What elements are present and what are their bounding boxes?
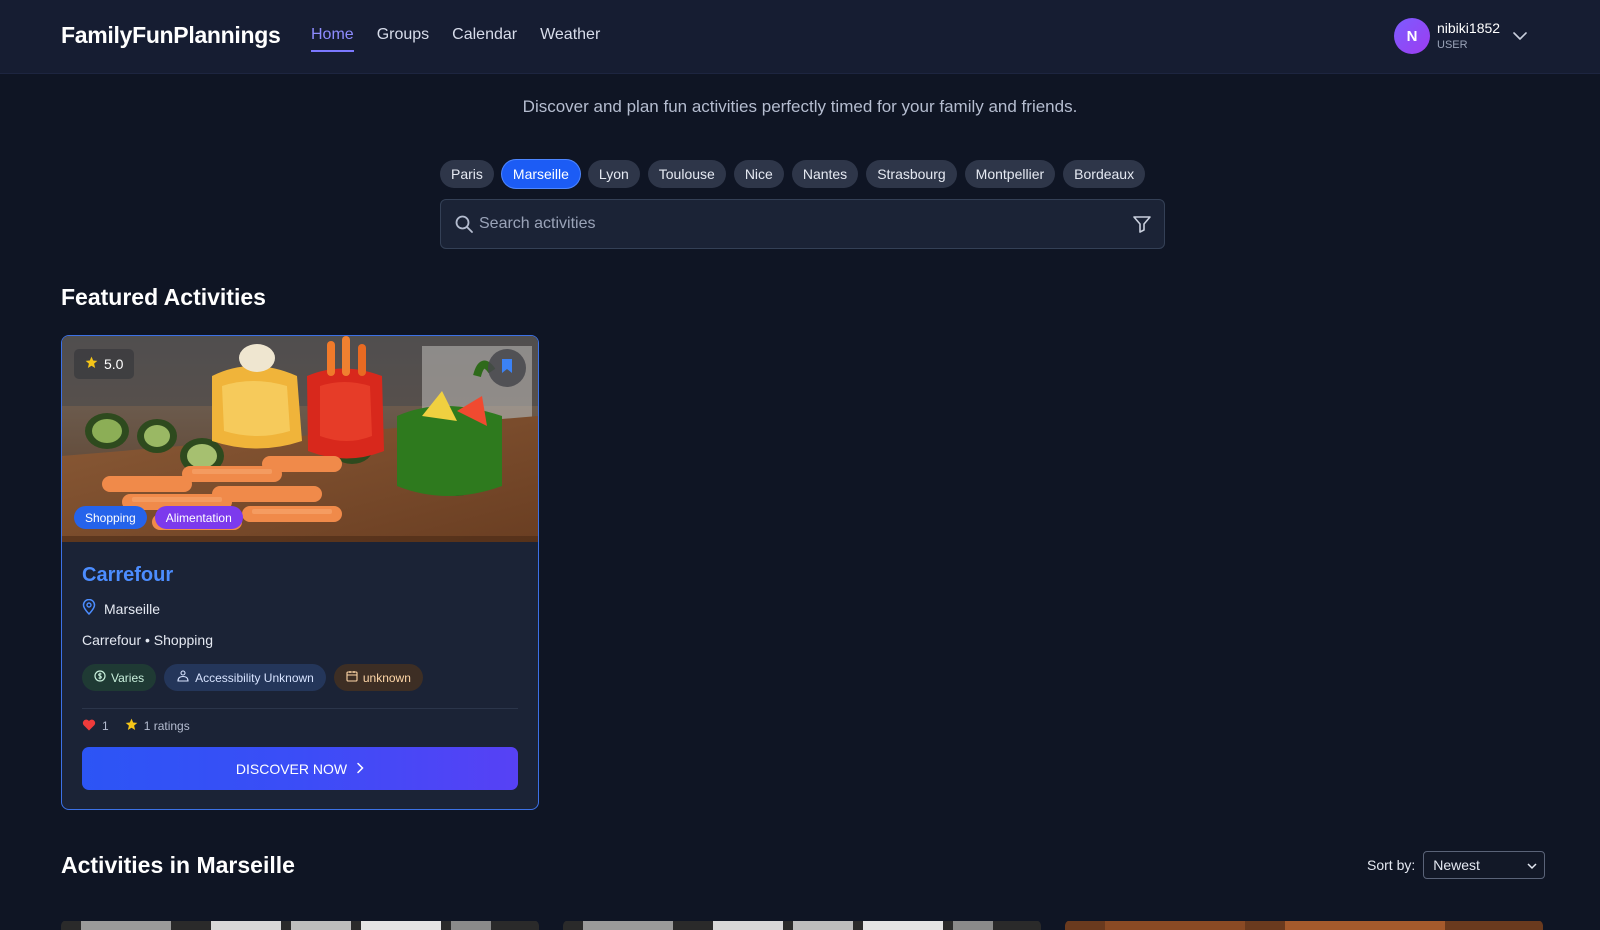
city-chip-marseille[interactable]: Marseille	[501, 160, 580, 188]
star-icon	[125, 718, 138, 734]
nav-calendar[interactable]: Calendar	[452, 26, 517, 52]
activity-card-thumbnail[interactable]	[1065, 920, 1543, 930]
featured-heading: Featured Activities	[61, 284, 266, 310]
star-icon	[85, 356, 98, 372]
activity-description: Carrefour • Shopping	[82, 632, 213, 648]
activity-card-thumbnail[interactable]	[563, 920, 1041, 930]
city-chip-nantes[interactable]: Nantes	[791, 160, 859, 188]
featured-activity-card[interactable]: 5.0 Shopping Alimentation Carrefour Mars…	[61, 335, 539, 810]
accessibility-pill: Accessibility Unknown	[164, 664, 326, 691]
likes-stat[interactable]: 1	[82, 719, 109, 734]
city-chip-toulouse[interactable]: Toulouse	[647, 160, 726, 188]
nav-groups[interactable]: Groups	[377, 26, 429, 52]
activity-info-pills: Varies Accessibility Unknown unknown	[82, 664, 423, 691]
city-chip-bordeaux[interactable]: Bordeaux	[1063, 160, 1146, 188]
chevron-right-icon	[356, 761, 364, 777]
schedule-text: unknown	[362, 670, 411, 685]
ratings-stat: 1 ratings	[125, 718, 190, 734]
top-nav-bar: FamilyFunPlannings Home Groups Calendar …	[0, 0, 1600, 74]
rating-value: 5.0	[104, 356, 124, 372]
schedule-pill: unknown	[333, 664, 423, 691]
tag-shopping[interactable]: Shopping	[74, 506, 147, 529]
user-role: USER	[1437, 39, 1468, 52]
main-nav: Home Groups Calendar Weather	[311, 26, 600, 52]
calendar-icon	[346, 670, 358, 685]
city-chip-paris[interactable]: Paris	[440, 160, 494, 188]
activity-title[interactable]: Carrefour	[82, 564, 173, 587]
chevron-down-icon	[1527, 857, 1537, 873]
sort-label: Sort by:	[1367, 857, 1416, 873]
user-name: nibiki1852	[1437, 19, 1501, 36]
price-text: Varies	[111, 670, 145, 685]
sort-value: Newest	[1433, 857, 1480, 873]
user-info: nibiki1852 USER	[1437, 19, 1501, 52]
bookmark-button[interactable]	[488, 349, 526, 387]
category-tags: Shopping Alimentation	[74, 506, 243, 529]
heart-icon	[82, 719, 96, 734]
filter-icon[interactable]	[1131, 213, 1153, 240]
accessibility-text: Accessibility Unknown	[195, 670, 314, 685]
city-activities-heading: Activities in Marseille	[61, 852, 295, 878]
avatar: N	[1394, 18, 1430, 54]
city-chip-lyon[interactable]: Lyon	[587, 160, 640, 188]
dollar-icon	[94, 670, 106, 685]
rating-badge: 5.0	[74, 349, 135, 379]
chevron-down-icon[interactable]	[1512, 28, 1528, 46]
city-chip-montpellier[interactable]: Montpellier	[964, 160, 1056, 188]
search-bar	[440, 199, 1165, 249]
nav-home[interactable]: Home	[311, 26, 354, 52]
hero-subtitle: Discover and plan fun activities perfect…	[522, 97, 1078, 116]
sort-select[interactable]: Newest	[1423, 851, 1546, 879]
divider	[82, 708, 518, 709]
discover-now-label: DISCOVER NOW	[235, 760, 348, 777]
activity-image: 5.0 Shopping Alimentation	[62, 336, 538, 542]
sort-control: Sort by: Newest	[1367, 851, 1546, 879]
city-chip-nice[interactable]: Nice	[733, 160, 784, 188]
location-text: Marseille	[104, 600, 161, 617]
bookmark-icon	[500, 358, 514, 379]
user-menu[interactable]: N nibiki1852 USER	[1394, 18, 1528, 54]
ratings-count: 1 ratings	[143, 719, 190, 733]
city-chip-strasbourg[interactable]: Strasbourg	[866, 160, 957, 188]
activity-card-thumbnail[interactable]	[61, 920, 539, 930]
accessibility-icon	[176, 670, 190, 685]
activity-location: Marseille	[82, 598, 161, 618]
search-icon	[454, 214, 474, 239]
brand-logo[interactable]: FamilyFunPlannings	[61, 22, 281, 49]
activity-stats: 1 1 ratings	[82, 718, 190, 734]
search-input[interactable]	[479, 200, 1099, 248]
discover-now-button[interactable]: DISCOVER NOW	[82, 747, 518, 790]
nav-weather[interactable]: Weather	[540, 26, 600, 52]
location-pin-icon	[82, 598, 96, 618]
city-filter-chips: Paris Marseille Lyon Toulouse Nice Nante…	[440, 160, 1146, 188]
tag-alimentation[interactable]: Alimentation	[154, 506, 243, 529]
likes-count: 1	[102, 719, 109, 733]
price-pill: Varies	[82, 664, 157, 691]
